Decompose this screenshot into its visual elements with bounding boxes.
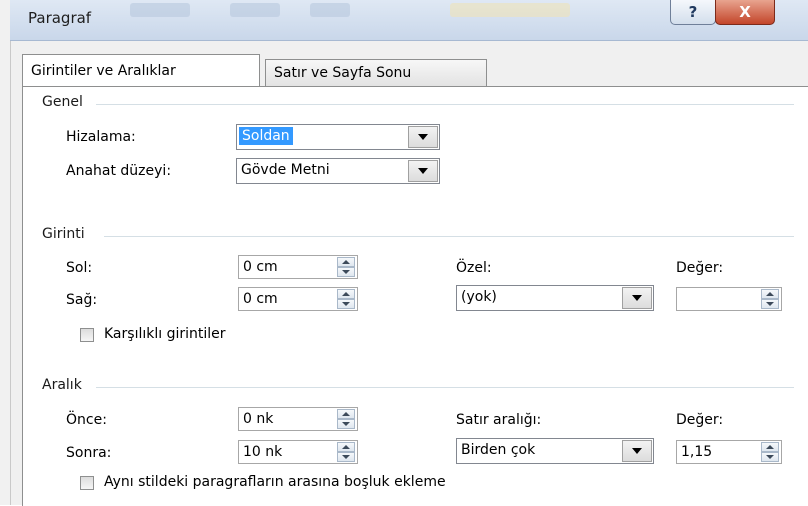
- spin-down-icon[interactable]: [337, 299, 355, 309]
- line-spacing-dropdown[interactable]: Birden çok: [456, 438, 654, 464]
- close-icon: X: [739, 3, 751, 21]
- chevron-down-icon: [632, 448, 642, 454]
- spin-down-icon[interactable]: [337, 419, 355, 429]
- blurred-ribbon-hint: [310, 3, 350, 17]
- indent-left-label: Sol:: [66, 260, 93, 276]
- line-spacing-label: Satır aralığı:: [456, 412, 542, 428]
- blurred-ribbon-hint: [450, 3, 570, 17]
- spin-up-icon[interactable]: [337, 409, 355, 419]
- spin-arrows[interactable]: [337, 289, 355, 309]
- spin-down-icon[interactable]: [337, 452, 355, 462]
- background-window-edge: [0, 0, 11, 505]
- spin-down-icon[interactable]: [337, 267, 355, 277]
- space-before-label: Önce:: [66, 412, 107, 428]
- indent-divider: [104, 236, 794, 237]
- line-spacing-at-label: Değer:: [676, 412, 724, 428]
- indent-right-label: Sağ:: [66, 292, 98, 308]
- help-icon: ?: [688, 3, 698, 21]
- alignment-label: Hizalama:: [66, 129, 136, 145]
- outline-level-value: Gövde Metni: [241, 162, 330, 178]
- spin-down-icon[interactable]: [761, 452, 779, 462]
- special-label: Özel:: [456, 260, 492, 276]
- chevron-down-icon: [632, 295, 642, 301]
- space-after-value: 10 nk: [243, 444, 283, 460]
- spacing-divider: [96, 387, 794, 388]
- chevron-down-icon: [418, 168, 428, 174]
- general-divider: [96, 104, 794, 105]
- tab-line-and-page-breaks[interactable]: Satır ve Sayfa Sonu: [265, 59, 487, 86]
- tab-label: Satır ve Sayfa Sonu: [274, 65, 412, 81]
- general-heading: Genel: [42, 94, 83, 110]
- spacing-heading: Aralık: [42, 377, 82, 393]
- dropdown-button[interactable]: [408, 160, 438, 182]
- help-button[interactable]: ?: [670, 0, 716, 25]
- indent-left-spinner[interactable]: 0 cm: [238, 255, 358, 279]
- special-dropdown[interactable]: (yok): [456, 285, 654, 311]
- blurred-ribbon-hint: [230, 3, 280, 17]
- outline-level-label: Anahat düzeyi:: [66, 163, 172, 179]
- special-value: (yok): [461, 289, 497, 305]
- spin-up-icon[interactable]: [761, 442, 779, 452]
- spin-arrows[interactable]: [337, 409, 355, 429]
- spin-down-icon[interactable]: [761, 299, 779, 309]
- spin-up-icon[interactable]: [337, 442, 355, 452]
- mirror-indents-label[interactable]: Karşılıklı girintiler: [104, 326, 226, 342]
- spin-up-icon[interactable]: [761, 289, 779, 299]
- line-spacing-at-spinner[interactable]: 1,15: [676, 440, 782, 464]
- space-after-label: Sonra:: [66, 445, 112, 461]
- indent-right-spinner[interactable]: 0 cm: [238, 287, 358, 311]
- tab-indents-and-spacing[interactable]: Girintiler ve Aralıklar: [22, 54, 260, 86]
- indent-by-label: Değer:: [676, 260, 724, 276]
- indent-by-spinner[interactable]: [676, 287, 782, 311]
- indent-heading: Girinti: [42, 226, 85, 242]
- spin-up-icon[interactable]: [337, 289, 355, 299]
- paragraph-dialog: Paragraf ? X Girintiler ve Aralıklar Sat…: [0, 0, 808, 506]
- spin-arrows[interactable]: [337, 442, 355, 462]
- spin-arrows[interactable]: [761, 289, 779, 309]
- close-button[interactable]: X: [715, 0, 775, 25]
- spin-arrows[interactable]: [337, 257, 355, 277]
- spin-up-icon[interactable]: [337, 257, 355, 267]
- dropdown-button[interactable]: [622, 440, 652, 462]
- outline-level-dropdown[interactable]: Gövde Metni: [236, 158, 440, 184]
- line-spacing-value: Birden çok: [461, 442, 536, 458]
- alignment-dropdown[interactable]: Soldan: [236, 124, 440, 150]
- spin-arrows[interactable]: [761, 442, 779, 462]
- dialog-title: Paragraf: [28, 9, 92, 27]
- no-space-same-style-label[interactable]: Aynı stildeki paragrafların arasına boşl…: [104, 474, 446, 490]
- dropdown-button[interactable]: [408, 126, 438, 148]
- no-space-same-style-checkbox[interactable]: [80, 476, 94, 490]
- mirror-indents-checkbox[interactable]: [80, 328, 94, 342]
- space-before-value: 0 nk: [243, 411, 274, 427]
- alignment-value: Soldan: [239, 127, 293, 145]
- dropdown-button[interactable]: [622, 287, 652, 309]
- tab-label: Girintiler ve Aralıklar: [31, 62, 176, 79]
- indent-left-value: 0 cm: [243, 259, 278, 275]
- line-spacing-at-value: 1,15: [681, 444, 713, 460]
- space-before-spinner[interactable]: 0 nk: [238, 407, 358, 431]
- indent-right-value: 0 cm: [243, 291, 278, 307]
- title-bar[interactable]: Paragraf ? X: [10, 0, 808, 41]
- space-after-spinner[interactable]: 10 nk: [238, 440, 358, 464]
- blurred-ribbon-hint: [130, 3, 190, 17]
- chevron-down-icon: [418, 134, 428, 140]
